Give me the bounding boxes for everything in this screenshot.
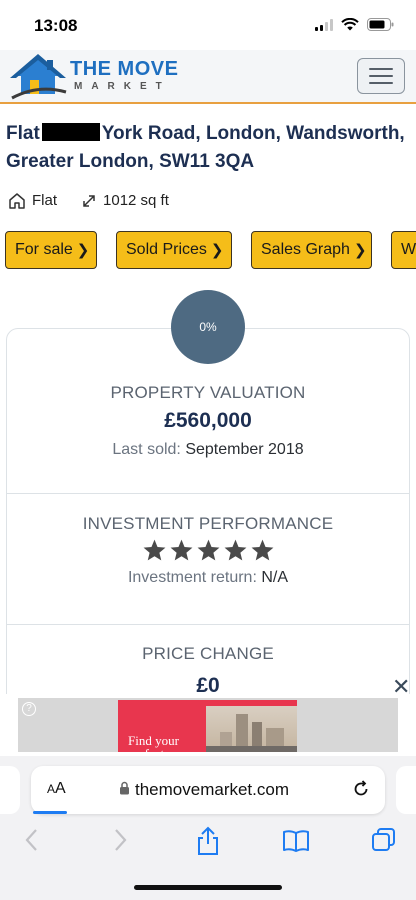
previous-tab-peek[interactable]: [0, 766, 20, 814]
star-icon: [197, 539, 219, 561]
investment-title: INVESTMENT PERFORMANCE: [82, 514, 334, 533]
last-sold-label: Last sold:: [112, 441, 181, 458]
hamburger-menu-button[interactable]: [357, 58, 405, 94]
address-bar[interactable]: AA themovemarket.com: [31, 766, 385, 814]
star-icon: [170, 539, 192, 561]
ad-info-icon[interactable]: ?: [22, 702, 36, 716]
reader-aa-button[interactable]: AA: [47, 780, 66, 798]
valuation-value: £560,000: [164, 409, 252, 432]
star-icon: [143, 539, 165, 561]
sold-prices-button[interactable]: Sold Prices ❯: [116, 231, 232, 269]
section-divider: [6, 493, 410, 494]
share-icon[interactable]: [196, 826, 220, 856]
section-nav: For sale ❯ Sold Prices ❯ Sales Graph ❯ W: [5, 231, 416, 269]
logo-title[interactable]: THE MOVE: [70, 58, 178, 81]
chevron-right-icon: ❯: [353, 242, 367, 259]
property-valuation-section: PROPERTY VALUATION £560,000 Last sold: S…: [6, 383, 410, 459]
status-bar: 13:08: [0, 0, 416, 50]
price-change-title: PRICE CHANGE: [142, 644, 274, 663]
home-indicator[interactable]: [134, 885, 282, 890]
property-facts: Flat 1012 sq ft: [8, 192, 193, 209]
ad-text-line2: perfect: [128, 746, 164, 752]
next-tab-peek[interactable]: [396, 766, 416, 814]
valuation-title: PROPERTY VALUATION: [110, 383, 306, 402]
status-icons: [315, 18, 394, 31]
for-sale-label: For sale: [15, 241, 73, 258]
status-time: 13:08: [34, 16, 78, 35]
property-size: 1012 sq ft: [81, 192, 169, 209]
chevron-right-icon: ❯: [76, 242, 90, 259]
investment-performance-section: INVESTMENT PERFORMANCE Investment return…: [6, 514, 410, 587]
url-text: themovemarket.com: [135, 780, 289, 799]
home-icon: [9, 193, 25, 209]
sales-graph-button[interactable]: Sales Graph ❯: [251, 231, 372, 269]
hamburger-icon: [369, 68, 393, 70]
wifi-icon: [341, 18, 359, 31]
forward-icon[interactable]: [110, 826, 130, 854]
property-size-label: 1012 sq ft: [103, 192, 169, 209]
more-nav-label: W: [401, 241, 416, 258]
logo-subtitle: MARKET: [74, 81, 171, 92]
last-sold-value: September 2018: [185, 441, 304, 458]
more-nav-button[interactable]: W: [391, 231, 416, 269]
page-load-progress: [33, 811, 67, 814]
sales-graph-label: Sales Graph: [261, 241, 350, 258]
star-icon: [224, 539, 246, 561]
price-change-section: PRICE CHANGE £0: [6, 644, 410, 698]
investment-return: Investment return: N/A: [6, 569, 410, 587]
sold-prices-label: Sold Prices: [126, 241, 207, 258]
section-divider: [6, 624, 410, 625]
ad-creative[interactable]: Find your perfect: [118, 700, 297, 752]
chevron-right-icon: ❯: [210, 242, 224, 259]
property-type-label: Flat: [32, 192, 58, 209]
percent-badge: 0%: [171, 290, 245, 364]
bookmarks-icon[interactable]: [282, 826, 310, 854]
property-type: Flat: [8, 192, 57, 209]
redaction-box: [41, 123, 100, 141]
battery-icon: [367, 18, 394, 31]
investment-return-label: Investment return:: [127, 569, 257, 586]
property-address: Flat York Road, London, Wandsworth, Great…: [6, 120, 406, 176]
back-icon[interactable]: [22, 826, 42, 854]
tabs-icon[interactable]: [370, 826, 398, 854]
site-header: THE MOVE MARKET: [0, 50, 416, 104]
star-rating: [6, 538, 410, 563]
investment-return-value: N/A: [261, 569, 289, 586]
star-icon: [251, 539, 273, 561]
ad-city-image: [206, 706, 297, 752]
reload-icon[interactable]: [351, 779, 371, 799]
address-prefix: Flat: [6, 123, 40, 144]
last-sold: Last sold: September 2018: [6, 441, 410, 459]
house-logo-icon[interactable]: [10, 54, 68, 105]
for-sale-button[interactable]: For sale ❯: [5, 231, 97, 269]
cellular-signal-icon: [315, 18, 333, 31]
expand-arrows-icon: [83, 194, 95, 207]
ad-text: Find your perfect: [128, 734, 179, 752]
close-ad-icon[interactable]: ✕: [392, 674, 410, 700]
lock-icon: [120, 781, 129, 795]
